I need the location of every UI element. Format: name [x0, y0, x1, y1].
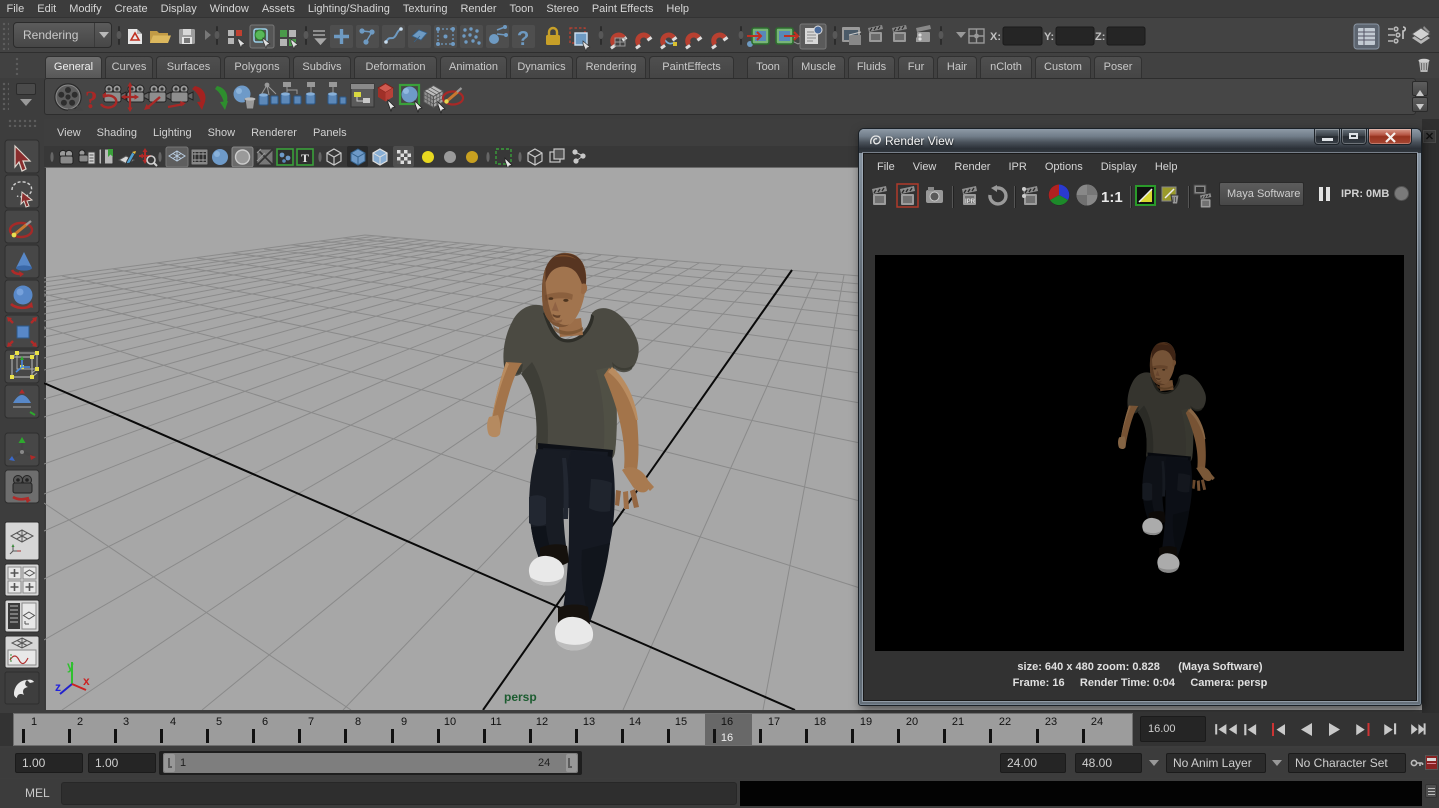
svg-text:21: 21 — [952, 716, 964, 728]
svg-text:y: y — [67, 659, 74, 673]
svg-text:17: 17 — [768, 716, 780, 728]
svg-text:23: 23 — [1045, 716, 1057, 728]
svg-text:IPR: IPR — [965, 199, 976, 205]
svg-text:x: x — [83, 674, 90, 688]
svg-text:6: 6 — [262, 716, 268, 728]
svg-text:3: 3 — [123, 716, 129, 728]
svg-text:persp: persp — [504, 690, 537, 704]
svg-text:?: ? — [85, 87, 98, 114]
svg-text:2: 2 — [77, 716, 83, 728]
svg-text:7: 7 — [308, 716, 314, 728]
svg-text:T: T — [301, 151, 309, 165]
svg-text:?: ? — [517, 28, 529, 50]
svg-text:20: 20 — [906, 716, 918, 728]
svg-text:12: 12 — [536, 716, 548, 728]
svg-text:z: z — [55, 680, 61, 694]
svg-text:4: 4 — [170, 716, 176, 728]
svg-text:19: 19 — [860, 716, 872, 728]
svg-text:13: 13 — [583, 716, 595, 728]
svg-text:24: 24 — [1091, 716, 1103, 728]
svg-text:18: 18 — [814, 716, 826, 728]
svg-text:X:: X: — [990, 31, 1001, 43]
svg-text:16: 16 — [721, 716, 733, 728]
svg-text:22: 22 — [999, 716, 1011, 728]
svg-text:Z:: Z: — [1095, 31, 1105, 43]
svg-text:Y:: Y: — [1044, 31, 1054, 43]
svg-text:11: 11 — [490, 716, 501, 728]
svg-text:5: 5 — [216, 716, 222, 728]
svg-text:9: 9 — [401, 716, 407, 728]
svg-text:8: 8 — [355, 716, 361, 728]
svg-text:14: 14 — [629, 716, 641, 728]
svg-text:16: 16 — [721, 732, 733, 744]
svg-text:1: 1 — [31, 716, 37, 728]
svg-text:15: 15 — [675, 716, 687, 728]
svg-text:10: 10 — [444, 716, 456, 728]
svg-text:1:1: 1:1 — [1101, 189, 1123, 206]
